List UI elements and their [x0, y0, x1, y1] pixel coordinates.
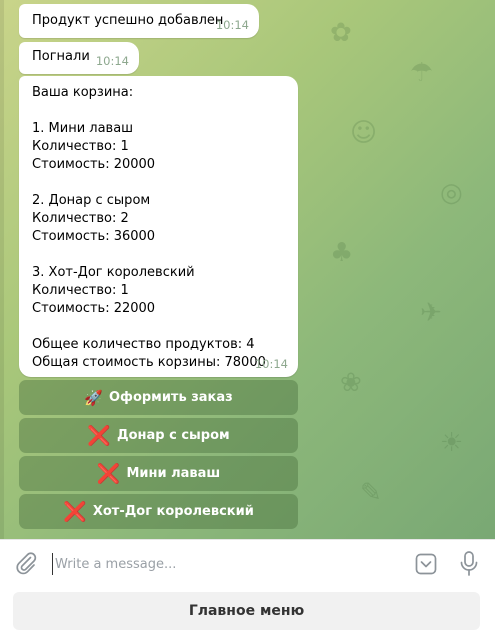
cross-mark-icon: ❌: [63, 501, 87, 523]
inline-button-remove-mini-lavash[interactable]: ❌ Мини лаваш: [19, 456, 298, 491]
message-bubble[interactable]: Продукт успешно добавлен 10:14: [19, 4, 259, 38]
cart-message-bubble[interactable]: Ваша корзина: 1. Мини лаваш Количество: …: [19, 76, 298, 377]
wallpaper-doodle-icon: ☺: [350, 118, 378, 148]
wallpaper-doodle-icon: ❀: [340, 368, 362, 398]
inline-button-label: Донар с сыром: [117, 428, 230, 443]
inline-button-remove-donar[interactable]: ❌ Донар с сыром: [19, 418, 298, 453]
wallpaper-doodle-icon: ☀: [440, 428, 464, 458]
message-input[interactable]: [52, 553, 395, 575]
message-text: Продукт успешно добавлен: [32, 13, 224, 28]
reply-keyboard: Главное меню: [0, 588, 495, 636]
cross-mark-icon: ❌: [87, 425, 111, 447]
rocket-icon: 🚀: [84, 388, 103, 407]
cross-mark-icon: ❌: [96, 463, 121, 485]
wallpaper-doodle-icon: ✿: [330, 18, 352, 48]
microphone-icon[interactable]: [458, 550, 480, 578]
paperclip-icon[interactable]: [14, 551, 38, 575]
bot-command-icon[interactable]: [414, 552, 438, 576]
inline-button-checkout[interactable]: 🚀 Оформить заказ: [19, 380, 298, 415]
wallpaper-doodle-icon: ☂: [410, 58, 434, 88]
message-time: 10:14: [254, 357, 288, 371]
chat-edge: [0, 0, 4, 539]
message-time: 10:14: [95, 54, 129, 68]
message-text: Погнали: [32, 49, 90, 64]
main-menu-button[interactable]: Главное меню: [13, 592, 480, 630]
message-time: 10:14: [215, 18, 249, 32]
inline-button-label: Оформить заказ: [109, 390, 233, 405]
cart-message-text: Ваша корзина: 1. Мини лаваш Количество: …: [32, 85, 266, 370]
message-bubble[interactable]: Погнали 10:14: [19, 42, 139, 74]
inline-button-remove-hotdog[interactable]: ❌ Хот-Дог королевский: [19, 494, 298, 529]
wallpaper-doodle-icon: ✎: [360, 478, 382, 508]
wallpaper-doodle-icon: ♣: [330, 238, 354, 268]
chat-history[interactable]: ✿ ☂ ☺ ◎ ♣ ✈ ❀ ☀ ✎ Продукт успешно добавл…: [0, 0, 495, 539]
wallpaper-doodle-icon: ✈: [420, 298, 442, 328]
message-composer: [0, 539, 495, 588]
wallpaper-doodle-icon: ◎: [440, 178, 463, 208]
inline-button-label: Мини лаваш: [126, 466, 221, 481]
inline-button-label: Хот-Дог королевский: [92, 504, 254, 519]
